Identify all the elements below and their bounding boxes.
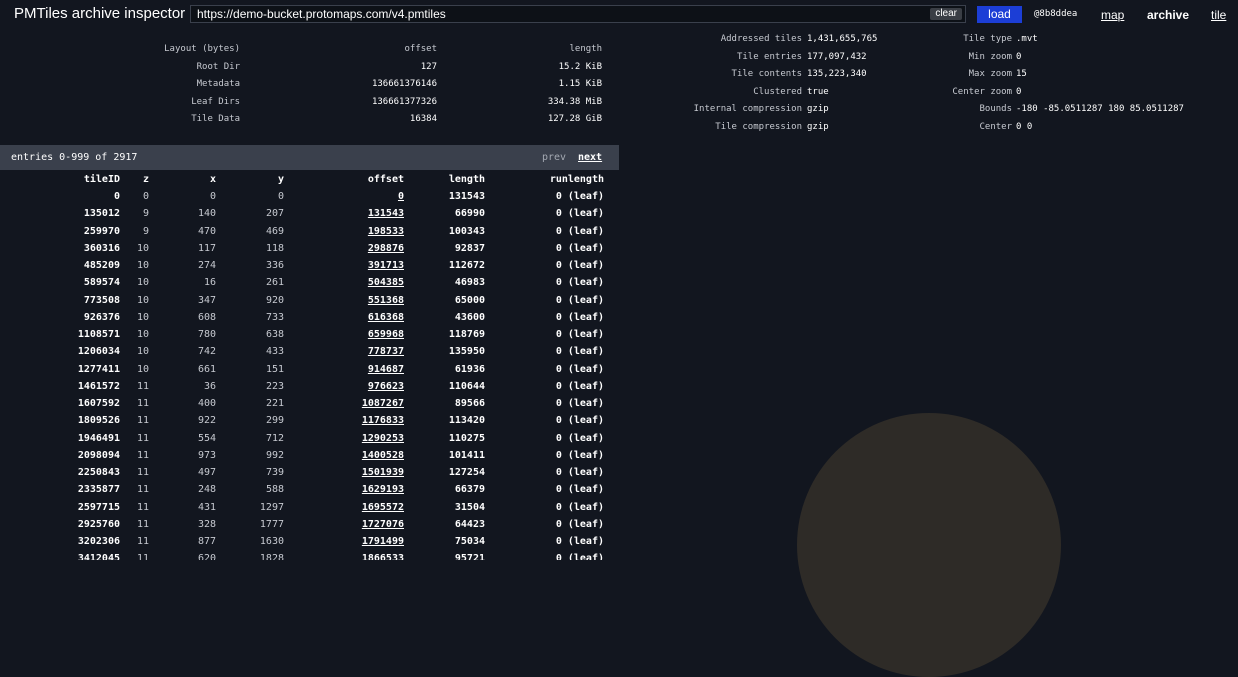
layout-length: 334.38 MiB (547, 97, 602, 107)
info-value: gzip (807, 104, 829, 114)
cell-runlength: 0 (leaf) (555, 536, 604, 547)
info-label: Center (979, 122, 1012, 132)
info-value: 0 0 (1016, 122, 1033, 132)
map-placeholder-circle (797, 413, 1061, 677)
cell-runlength: 0 (leaf) (555, 346, 604, 358)
cell-runlength: 0 (leaf) (555, 294, 604, 306)
table-row: 2925760 11 328 1777 1727076 64423 0 (leaf) (0, 517, 619, 534)
info-value: 135,223,340 (807, 69, 867, 79)
app-title: PMTiles archive inspector (14, 5, 186, 22)
col-header-runlength: runlength (549, 174, 604, 185)
table-row: 2250843 11 497 739 1501939 127254 0 (leaf) (0, 465, 619, 482)
table-row: 360316 10 117 118 298876 92837 0 (leaf) (0, 241, 619, 258)
cell-runlength: 0 (leaf) (555, 208, 604, 220)
info-label: Max zoom (968, 69, 1012, 79)
table-row: 2335877 11 248 588 1629193 66379 0 (leaf) (0, 482, 619, 499)
clear-button[interactable]: clear (930, 8, 962, 20)
table-row: 3412045 11 620 1828 1866533 95721 0 (leaf) (0, 551, 619, 560)
table-row: 259970 9 470 469 198533 100343 0 (leaf) (0, 224, 619, 241)
info-value: 177,097,432 (807, 52, 867, 62)
cell-runlength: 0 (leaf) (555, 363, 604, 375)
table-row: 2098094 11 973 992 1400528 101411 0 (leaf) (0, 448, 619, 465)
url-field[interactable]: clear (190, 5, 966, 23)
info-label: Tile entries (736, 52, 802, 62)
cell-runlength: 0 (leaf) (555, 380, 604, 392)
info-value: gzip (807, 122, 829, 132)
info-label: Internal compression (693, 104, 802, 114)
table-row: 1607592 11 400 221 1087267 89566 0 (leaf) (0, 396, 619, 413)
url-input[interactable] (197, 6, 917, 22)
info-value: .mvt (1016, 34, 1038, 44)
info-label: Addressed tiles (720, 34, 802, 44)
cell-runlength: 0 (leaf) (555, 191, 604, 202)
info-label: Center zoom (952, 87, 1012, 97)
commit-hash: @8b8ddea (1034, 9, 1078, 19)
nav-map-link[interactable]: map (1101, 8, 1124, 22)
info-value: 0 (1016, 87, 1022, 97)
table-row: 0 0 0 0 0 131543 0 (leaf) (0, 189, 619, 206)
cell-runlength: 0 (leaf) (555, 518, 604, 530)
table-row: 1946491 11 554 712 1290253 110275 0 (leaf) (0, 431, 619, 448)
cell-runlength: 0 (leaf) (555, 501, 604, 513)
cell-runlength: 0 (leaf) (555, 432, 604, 444)
info-value: 15 (1016, 69, 1027, 79)
entries-range-text: entries 0-999 of 2917 (11, 152, 138, 163)
layout-length: 127.28 GiB (547, 114, 602, 124)
info-label: Bounds (979, 104, 1012, 114)
info-label: Tile compression (715, 122, 802, 132)
nav-tile-link[interactable]: tile (1211, 8, 1226, 22)
cell-runlength: 0 (leaf) (555, 311, 604, 323)
entries-pagination-bar: entries 0-999 of 2917 prev next (0, 145, 619, 170)
cell-runlength: 0 (leaf) (555, 467, 604, 478)
info-value: true (807, 87, 829, 97)
cell-runlength: 0 (leaf) (555, 415, 604, 427)
nav-archive-link[interactable]: archive (1147, 8, 1189, 22)
entries-header-row: tileID z x y offset length runlength (0, 172, 619, 189)
layout-length: 1.15 KiB (558, 79, 602, 89)
cell-runlength: 0 (leaf) (555, 329, 604, 340)
table-row: 2597715 11 431 1297 1695572 31504 0 (leaf) (0, 500, 619, 517)
table-row: 485209 10 274 336 391713 112672 0 (leaf) (0, 258, 619, 275)
table-row: 926376 10 608 733 616368 43600 0 (leaf) (0, 310, 619, 327)
table-row: 773508 10 347 920 551368 65000 0 (leaf) (0, 293, 619, 310)
table-row: 135012 9 140 207 131543 66990 0 (leaf) (0, 206, 619, 223)
layout-length: 15.2 KiB (558, 62, 602, 72)
info-label: Min zoom (968, 52, 1012, 62)
table-row: 1108571 10 780 638 659968 118769 0 (leaf) (0, 327, 619, 344)
load-button[interactable]: load (977, 6, 1022, 23)
info-label: Tile contents (731, 69, 802, 79)
cell-runlength: 0 (leaf) (555, 260, 604, 271)
table-row: 1461572 11 36 223 976623 110644 0 (leaf) (0, 379, 619, 396)
cell-runlength: 0 (leaf) (555, 449, 604, 461)
top-bar: PMTiles archive inspector clear load @8b… (0, 0, 1238, 30)
info-value: 0 (1016, 52, 1022, 62)
table-row: 1277411 10 661 151 914687 61936 0 (leaf) (0, 362, 619, 379)
table-row: 589574 10 16 261 504385 46983 0 (leaf) (0, 275, 619, 292)
layout-header-length: length (569, 44, 602, 54)
cell-runlength: 0 (leaf) (555, 484, 604, 496)
cell-runlength: 0 (leaf) (555, 225, 604, 237)
table-row: 3202306 11 877 1630 1791499 75034 0 (leaf) (0, 534, 619, 551)
info-label: Tile type (963, 34, 1012, 44)
cell-runlength: 0 (leaf) (555, 553, 604, 560)
cell-runlength: 0 (leaf) (555, 277, 604, 289)
table-row: 1809526 11 922 299 1176833 113420 0 (leaf) (0, 413, 619, 430)
table-row: 1206034 10 742 433 778737 135950 0 (leaf) (0, 344, 619, 361)
info-value: 1,431,655,765 (807, 34, 878, 44)
info-label: Clustered (753, 87, 802, 97)
next-page-link[interactable]: next (578, 152, 602, 163)
cell-runlength: 0 (leaf) (555, 242, 604, 254)
info-value: -180 -85.0511287 180 85.0511287 (1016, 104, 1184, 114)
entries-table: tileID z x y offset length runlength 000… (0, 172, 619, 560)
prev-page-link[interactable]: prev (542, 152, 566, 163)
cell-runlength: 0 (leaf) (555, 398, 604, 409)
